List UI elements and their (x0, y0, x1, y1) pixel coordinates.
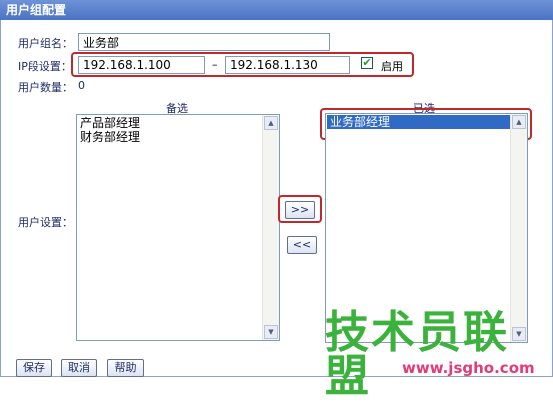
cancel-button[interactable]: 取消 (61, 359, 97, 377)
ip-start-input[interactable] (78, 56, 205, 74)
save-button[interactable]: 保存 (16, 359, 52, 377)
enable-checkbox[interactable]: ✔ (361, 57, 373, 69)
group-name-label: 用户组名： (18, 37, 73, 50)
scroll-up-icon[interactable]: ▲ (512, 115, 526, 129)
enable-label: 启用 (381, 60, 403, 73)
group-name-input[interactable] (78, 33, 330, 51)
scroll-up-icon[interactable]: ▲ (264, 116, 278, 130)
available-item-finance-manager[interactable]: 财务部经理 (77, 130, 279, 144)
user-count-value: 0 (78, 79, 85, 92)
selected-scrollbar[interactable]: ▲ ▼ (510, 114, 527, 342)
user-count-label: 用户数量： (18, 81, 73, 94)
available-listbox[interactable]: 产品部经理 财务部经理 ▲ ▼ (76, 114, 280, 341)
window-title: 用户组配置 (6, 3, 67, 17)
ip-range-label: IP段设置： (18, 60, 72, 73)
help-button[interactable]: 帮助 (107, 359, 144, 377)
scroll-down-icon[interactable]: ▼ (264, 325, 278, 339)
watermark-logo: 技术员联盟 (325, 307, 509, 402)
window-title-bar: 用户组配置 (0, 0, 553, 20)
add-to-selected-button[interactable]: >> (285, 201, 315, 219)
ip-end-input[interactable] (225, 56, 350, 74)
ip-range-separator: – (212, 58, 218, 71)
user-setting-label: 用户设置： (18, 216, 73, 229)
selected-item-sales-manager[interactable]: 业务部经理 (327, 115, 511, 129)
remove-from-selected-button[interactable]: << (287, 236, 317, 254)
watermark-url: www.jsgho.com (402, 359, 535, 377)
available-item-product-manager[interactable]: 产品部经理 (77, 116, 279, 130)
available-scrollbar[interactable]: ▲ ▼ (262, 115, 279, 340)
